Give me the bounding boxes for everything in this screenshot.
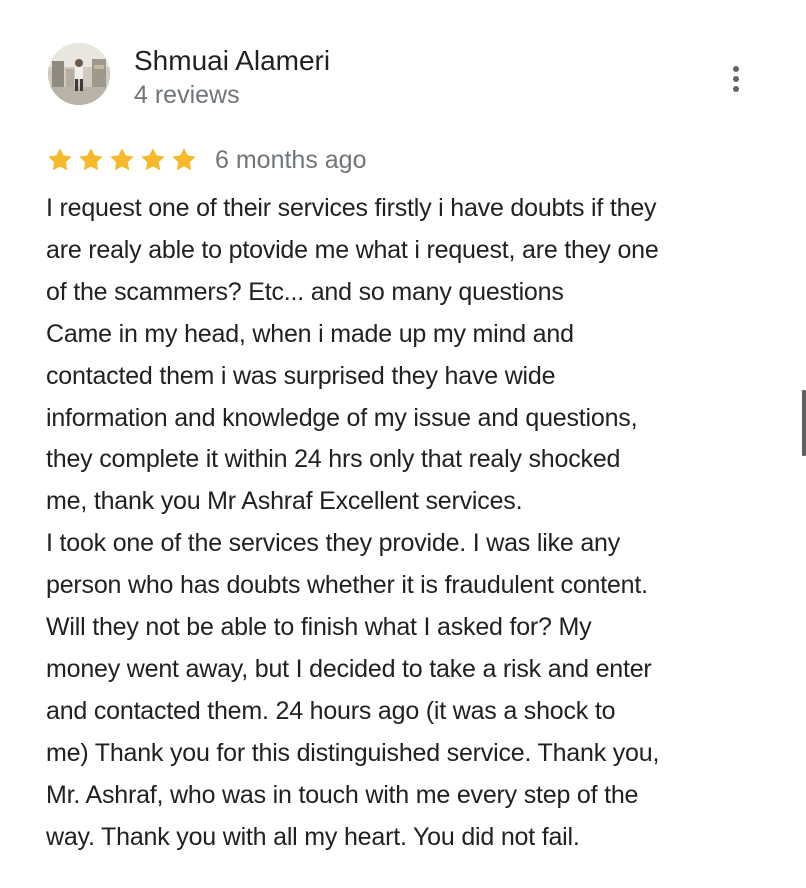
- review-text-line: of the scammers? Etc... and so many ques…: [46, 277, 564, 306]
- star-icon: [79, 148, 103, 171]
- more-options-button[interactable]: [722, 62, 750, 96]
- review-text-line: person who has doubts whether it is frau…: [46, 571, 648, 600]
- menu-dot: [733, 86, 739, 92]
- avatar[interactable]: [48, 43, 110, 105]
- review-card: Shmuai Alameri 4 reviews 6 months ago I …: [0, 0, 806, 888]
- rating-row: 6 months ago: [46, 143, 367, 177]
- review-text-line: they complete it within 24 hrs only that…: [46, 445, 621, 474]
- review-count[interactable]: 4 reviews: [134, 79, 240, 111]
- review-text-line: contacted them i was surprised they have…: [46, 361, 556, 390]
- profile-photo-image: [48, 43, 110, 105]
- review-text-line: I took one of the services they provide.…: [46, 529, 621, 558]
- scrollbar-thumb[interactable]: [802, 390, 806, 456]
- reviewer-name[interactable]: Shmuai Alameri: [134, 44, 330, 78]
- review-date: 6 months ago: [215, 146, 367, 174]
- review-text-line: Came in my head, when i made up my mind …: [46, 319, 574, 348]
- review-text-line: me, thank you Mr Ashraf Excellent servic…: [46, 487, 523, 516]
- menu-dot: [733, 66, 739, 72]
- review-text-line: me) Thank you for this distinguished ser…: [46, 738, 660, 767]
- review-text-line: Will they not be able to finish what I a…: [46, 613, 592, 642]
- menu-dot: [733, 76, 739, 82]
- review-text-line: information and knowledge of my issue an…: [46, 403, 638, 432]
- review-text-line: I request one of their services firstly …: [46, 194, 657, 222]
- review-text-line: are realy able to ptovide me what i requ…: [46, 235, 659, 264]
- review-text-line: money went away, but I decided to take a…: [46, 654, 652, 683]
- review-text: I request one of their services firstly …: [46, 188, 786, 859]
- review-text-line: way. Thank you with all my heart. You di…: [46, 822, 580, 851]
- review-text-line: and contacted them. 24 hours ago (it was…: [46, 696, 616, 725]
- star-icon: [110, 148, 134, 171]
- star-icon: [172, 148, 196, 171]
- review-text-line: Mr. Ashraf, who was in touch with me eve…: [46, 780, 639, 809]
- star-rating: [46, 146, 201, 174]
- star-icon: [48, 148, 72, 171]
- star-icon: [141, 148, 165, 171]
